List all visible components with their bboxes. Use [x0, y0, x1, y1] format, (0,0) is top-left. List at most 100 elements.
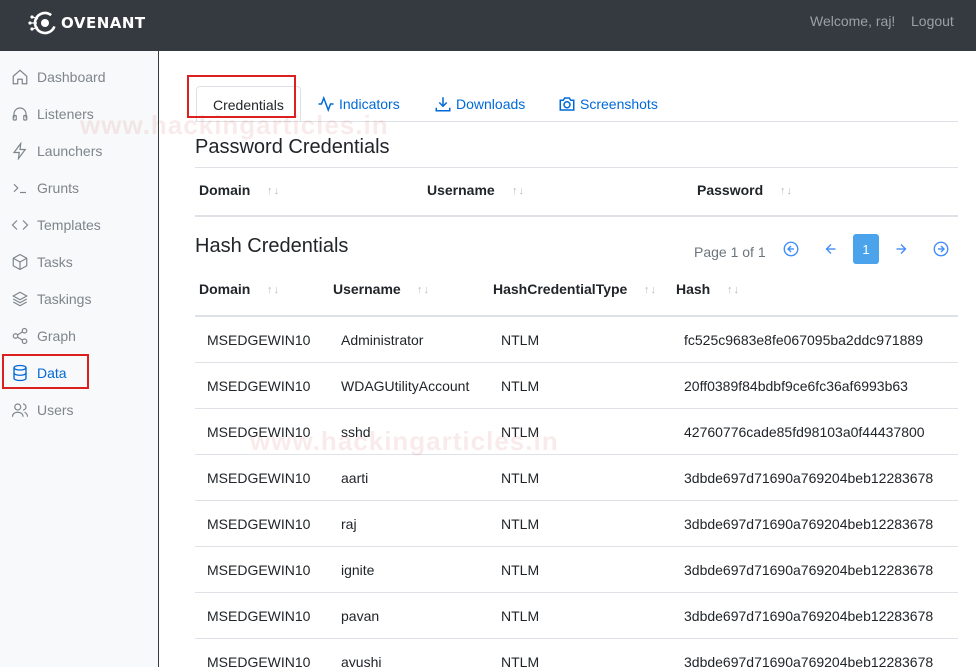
arrow-left-icon	[825, 244, 836, 254]
cell-username: Administrator	[341, 332, 424, 348]
sidebar-item-templates[interactable]: Templates	[0, 208, 158, 242]
sidebar-item-tasks[interactable]: Tasks	[0, 245, 158, 279]
sidebar-item-label: Taskings	[37, 291, 92, 307]
cell-hash: 3dbde697d71690a769204beb12283678	[684, 608, 934, 624]
cell-hash: 3dbde697d71690a769204beb12283678	[684, 654, 934, 667]
cell-username: sshd	[341, 424, 371, 440]
sidebar-item-grunts[interactable]: Grunts	[0, 171, 158, 205]
first-page-icon	[783, 241, 799, 257]
tab-downloads[interactable]: Downloads	[434, 86, 525, 122]
sidebar-item-graph[interactable]: Graph	[0, 319, 158, 353]
first-page-button[interactable]	[778, 234, 804, 264]
cell-domain: MSEDGEWIN10	[207, 424, 311, 440]
arrow-right-icon	[896, 244, 907, 254]
cell-type: NTLM	[501, 516, 540, 532]
camera-icon	[559, 97, 575, 111]
last-page-button[interactable]	[928, 234, 954, 264]
cell-domain: MSEDGEWIN10	[207, 332, 311, 348]
covenant-logo[interactable]: OVENANT	[26, 8, 146, 38]
layers-icon	[10, 289, 30, 309]
users-icon	[10, 400, 30, 420]
covenant-logo-icon	[28, 11, 57, 35]
sidebar-item-label: Graph	[37, 328, 76, 344]
sidebar-item-label: Launchers	[37, 143, 103, 159]
column-header-hash[interactable]: Hash	[676, 281, 710, 297]
cell-domain: MSEDGEWIN10	[207, 516, 311, 532]
top-navbar: OVENANT Welcome, raj! Logout	[0, 0, 976, 51]
last-page-icon	[933, 241, 949, 257]
credentials-highlight-box	[187, 75, 296, 118]
sort-icon[interactable]: ↑↓	[267, 185, 280, 197]
tab-indicators[interactable]: Indicators	[317, 86, 400, 122]
next-page-button[interactable]	[888, 234, 914, 264]
sort-icon[interactable]: ↑↓	[512, 185, 525, 197]
cell-type: NTLM	[501, 424, 540, 440]
cell-username: ayushi	[341, 654, 382, 667]
column-header-password[interactable]: Password	[697, 182, 763, 198]
tab-label: Indicators	[339, 96, 400, 112]
cell-domain: MSEDGEWIN10	[207, 608, 311, 624]
sidebar-item-label: Templates	[37, 217, 101, 233]
cell-type: NTLM	[501, 332, 540, 348]
password-credentials-title: Password Credentials	[195, 136, 390, 158]
cell-username: pavan	[341, 608, 380, 624]
sort-icon[interactable]: ↑↓	[267, 284, 280, 296]
sidebar-item-dashboard[interactable]: Dashboard	[0, 60, 158, 94]
cell-type: NTLM	[501, 470, 540, 486]
logo-text: OVENANT	[61, 14, 146, 32]
column-header-username[interactable]: Username	[333, 281, 401, 297]
data-highlight-box	[2, 354, 89, 389]
cell-username: WDAGUtilityAccount	[341, 378, 470, 394]
sort-icon[interactable]: ↑↓	[727, 284, 740, 296]
cell-domain: MSEDGEWIN10	[207, 378, 311, 394]
cell-username: ignite	[341, 562, 375, 578]
divider	[195, 215, 958, 217]
cell-username: raj	[341, 516, 357, 532]
box-icon	[10, 252, 30, 272]
column-header-hashcredentialtype[interactable]: HashCredentialType	[493, 281, 627, 297]
sidebar-item-label: Dashboard	[37, 69, 106, 85]
cell-type: NTLM	[501, 608, 540, 624]
code-icon	[10, 215, 30, 235]
logout-link[interactable]: Logout	[911, 13, 954, 29]
sort-icon[interactable]: ↑↓	[780, 185, 793, 197]
cell-hash: 42760776cade85fd98103a0f44437800	[684, 424, 925, 440]
column-header-domain[interactable]: Domain	[199, 281, 250, 297]
cell-hash: 3dbde697d71690a769204beb12283678	[684, 562, 934, 578]
home-icon	[10, 67, 30, 87]
page-1-button[interactable]: 1	[853, 234, 879, 264]
sidebar-item-label: Listeners	[37, 106, 94, 122]
hash-credentials-title: Hash Credentials	[195, 235, 349, 257]
tab-label: Downloads	[456, 96, 526, 112]
sidebar-item-taskings[interactable]: Taskings	[0, 282, 158, 316]
sidebar-item-label: Users	[37, 402, 74, 418]
cell-type: NTLM	[501, 378, 540, 394]
tab-screenshots[interactable]: Screenshots	[558, 86, 658, 122]
cell-hash: 3dbde697d71690a769204beb12283678	[684, 516, 934, 532]
column-header-username[interactable]: Username	[427, 182, 495, 198]
share-icon	[10, 326, 30, 346]
cell-type: NTLM	[501, 654, 540, 667]
cell-domain: MSEDGEWIN10	[207, 654, 311, 667]
prev-page-button[interactable]	[818, 234, 844, 264]
sidebar-item-users[interactable]: Users	[0, 393, 158, 427]
sidebar-item-launchers[interactable]: Launchers	[0, 134, 158, 168]
column-header-domain[interactable]: Domain	[199, 182, 250, 198]
activity-icon	[318, 95, 334, 113]
sidebar-item-label: Grunts	[37, 180, 80, 196]
welcome-text: Welcome, raj!	[810, 13, 896, 29]
terminal-icon	[10, 178, 30, 198]
pager-text: Page 1 of 1	[694, 244, 766, 260]
sort-icon[interactable]: ↑↓	[417, 284, 430, 296]
sort-icon[interactable]: ↑↓	[644, 284, 657, 296]
divider	[195, 167, 958, 168]
download-icon	[435, 97, 451, 112]
cell-hash: 3dbde697d71690a769204beb12283678	[684, 470, 934, 486]
main-content: Credentials Indicators Downloads Screens…	[159, 51, 976, 667]
cell-username: aarti	[341, 470, 369, 486]
headphones-icon	[10, 104, 30, 124]
sidebar-item-listeners[interactable]: Listeners	[0, 97, 158, 131]
tab-divider	[195, 121, 958, 122]
cell-domain: MSEDGEWIN10	[207, 470, 311, 486]
lightning-icon	[10, 141, 30, 161]
